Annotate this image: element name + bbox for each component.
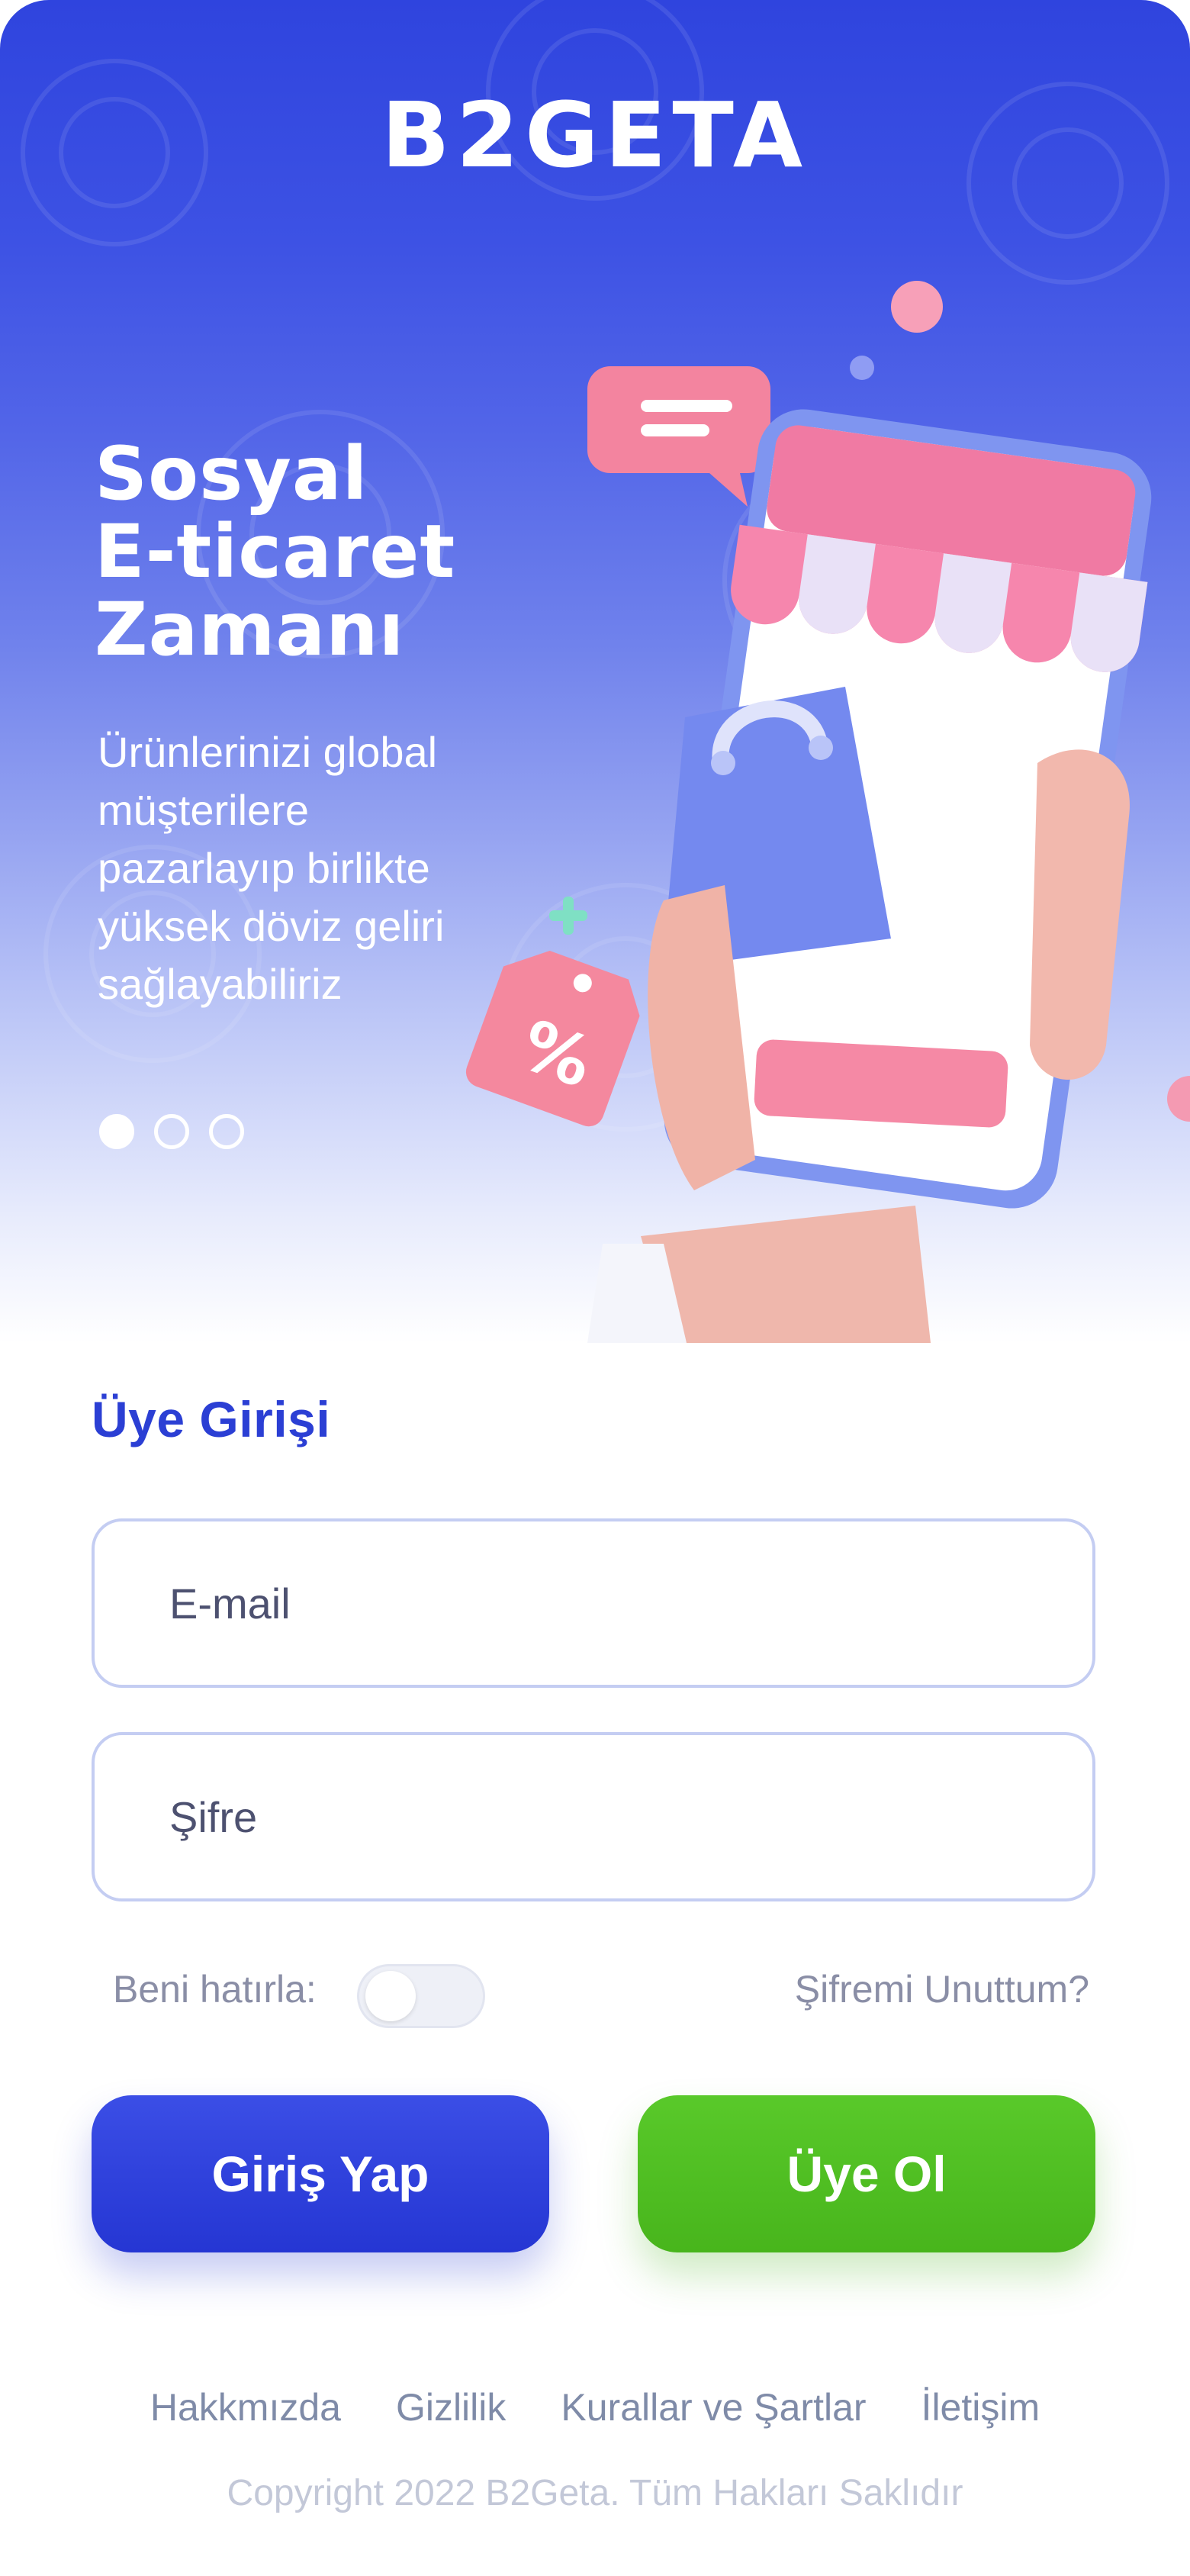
remember-me-label: Beni hatırla: <box>113 1968 317 2011</box>
brand-logo: B2GETA <box>381 82 809 188</box>
toggle-knob <box>365 1971 416 2021</box>
login-title: Üye Girişi <box>92 1391 331 1447</box>
email-field[interactable]: E-mail <box>92 1518 1095 1688</box>
copyright-text: Copyright 2022 B2Geta. Tüm Hakları Saklı… <box>227 2473 963 2513</box>
chat-bubble-icon <box>587 366 770 507</box>
password-placeholder: Şifre <box>169 1792 258 1841</box>
footer-link-contact[interactable]: İletişim <box>921 2385 1040 2429</box>
login-button[interactable]: Giriş Yap <box>92 2095 549 2252</box>
discount-tag-icon: % <box>465 951 640 1127</box>
password-field[interactable]: Şifre <box>92 1732 1095 1901</box>
footer-link-privacy[interactable]: Gizlilik <box>396 2385 506 2429</box>
login-page: B2GETA Sosyal E-ticaret Zamanı Ürünlerin… <box>0 0 1190 2576</box>
footer-links: Hakkmızda Gizlilik Kurallar ve Şartlar İ… <box>0 2385 1190 2429</box>
carousel-dot-1[interactable] <box>99 1114 134 1149</box>
hand-phone-icon: % <box>465 281 1190 1343</box>
remember-me-toggle[interactable] <box>357 1964 485 2028</box>
footer-link-terms[interactable]: Kurallar ve Şartlar <box>561 2385 866 2429</box>
carousel-dot-3[interactable] <box>209 1114 244 1149</box>
footer-link-about[interactable]: Hakkmızda <box>150 2385 341 2429</box>
carousel-indicator <box>99 1114 244 1149</box>
carousel-dot-2[interactable] <box>154 1114 189 1149</box>
hero-banner: B2GETA Sosyal E-ticaret Zamanı Ürünlerin… <box>0 0 1190 1343</box>
signup-button[interactable]: Üye Ol <box>638 2095 1095 2252</box>
email-placeholder: E-mail <box>169 1579 291 1628</box>
forgot-password-link[interactable]: Şifremi Unuttum? <box>795 1967 1089 2011</box>
